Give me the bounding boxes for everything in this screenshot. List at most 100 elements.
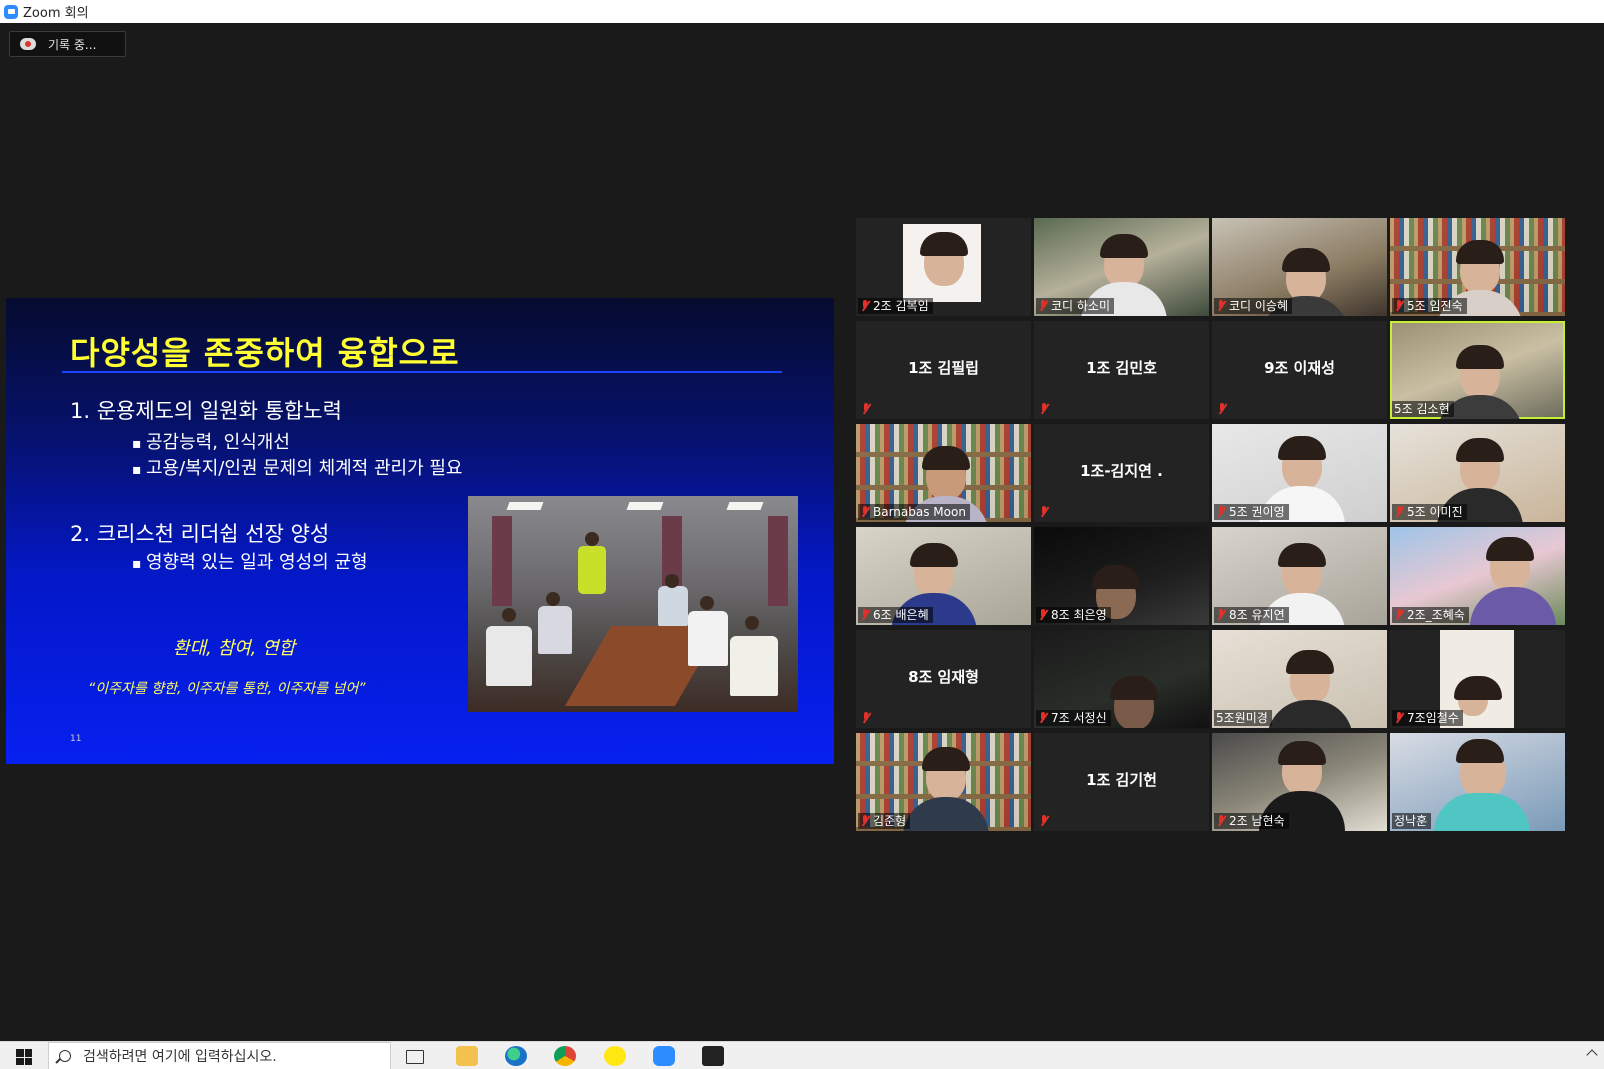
participant-tile[interactable]: 6조 배은혜 [856, 527, 1031, 625]
slide-point-2: 2. 크리스천 리더쉽 선장 양성 [70, 522, 330, 546]
participant-tile[interactable]: 1조 김민호 [1034, 321, 1209, 419]
muted-mic-icon [1394, 506, 1404, 518]
chrome-icon[interactable] [554, 1046, 576, 1066]
muted-mic-icon [1038, 300, 1048, 312]
participant-tile-active-speaker[interactable]: 5조 김소현 [1390, 321, 1565, 419]
participant-name: 1조-김지연 . [1080, 462, 1163, 480]
participant-name: 8조 최은영 [1051, 608, 1107, 622]
muted-mic-icon [860, 300, 870, 312]
slide-bullet: 공감능력, 인식개선 [132, 428, 290, 454]
muted-mic-icon [860, 506, 870, 518]
muted-mic-icon [1039, 506, 1049, 518]
participant-tile[interactable]: 8조 임재형 [856, 630, 1031, 728]
recording-indicator[interactable]: 기록 중... [9, 31, 126, 57]
participant-name: 9조 이재성 [1264, 359, 1335, 377]
muted-mic-icon [861, 403, 871, 415]
participant-tile[interactable]: 5조 이미진 [1390, 424, 1565, 522]
taskbar-search[interactable]: 검색하려면 여기에 입력하십시오. [48, 1042, 391, 1069]
muted-mic-icon [1394, 300, 1404, 312]
search-placeholder: 검색하려면 여기에 입력하십시오. [83, 1049, 277, 1065]
participant-name: 7조임철수 [1407, 711, 1459, 725]
window-title: Zoom 회의 [23, 6, 89, 21]
slide-photo [468, 496, 798, 712]
chevron-up-icon[interactable] [1586, 1049, 1598, 1061]
muted-mic-icon [860, 815, 870, 827]
slide-bullet: 고용/복지/인권 문제의 체계적 관리가 필요 [132, 454, 463, 480]
slide-quote: “이주자를 향한, 이주자를 통한, 이주자를 넘어” [88, 681, 366, 697]
slide-slogan: 환대, 참여, 연합 [173, 638, 296, 659]
edge-icon[interactable] [505, 1046, 527, 1066]
muted-mic-icon [1039, 815, 1049, 827]
muted-mic-icon [1039, 403, 1049, 415]
task-view-icon[interactable] [406, 1050, 424, 1064]
participant-name: 김준형 [873, 814, 907, 828]
participant-tile[interactable]: 1조 김필립 [856, 321, 1031, 419]
app-icon[interactable] [702, 1046, 724, 1066]
muted-mic-icon [1217, 403, 1227, 415]
slide-page-number: 11 [70, 734, 82, 744]
file-explorer-icon[interactable] [456, 1046, 478, 1066]
participant-name: 코디 이승혜 [1229, 299, 1289, 313]
participant-name: 5조 임진숙 [1407, 299, 1463, 313]
zoom-icon[interactable] [653, 1046, 675, 1066]
participant-name: 2조 김복임 [873, 299, 929, 313]
participant-tile[interactable]: 8조 유지연 [1212, 527, 1387, 625]
muted-mic-icon [1038, 712, 1048, 724]
participant-tile[interactable]: 1조 김기헌 [1034, 733, 1209, 831]
participant-tile[interactable]: 5조원미경 [1212, 630, 1387, 728]
participant-tile[interactable]: Barnabas Moon [856, 424, 1031, 522]
participant-name: 8조 유지연 [1229, 608, 1285, 622]
participant-tile[interactable]: 2조 김복임 [856, 218, 1031, 316]
recording-label: 기록 중... [48, 37, 97, 52]
participant-name: 7조 서정신 [1051, 711, 1107, 725]
zoom-app-icon [4, 4, 18, 19]
participant-name: 2조 남현숙 [1229, 814, 1285, 828]
participant-tile[interactable]: 2조 남현숙 [1212, 733, 1387, 831]
slide-point-1: 1. 운용제도의 일원화 통합노력 [70, 399, 342, 423]
muted-mic-icon [861, 712, 871, 724]
muted-mic-icon [1216, 815, 1226, 827]
participant-tile[interactable]: 2조_조혜숙 [1390, 527, 1565, 625]
record-icon [20, 38, 36, 50]
participant-tile[interactable]: 코디 이승혜 [1212, 218, 1387, 316]
participant-tile[interactable]: 7조임철수 [1390, 630, 1565, 728]
muted-mic-icon [1394, 609, 1404, 621]
title-rule [62, 371, 782, 373]
kakaotalk-icon[interactable] [604, 1046, 626, 1066]
muted-mic-icon [1216, 506, 1226, 518]
start-button[interactable] [16, 1049, 32, 1065]
participant-tile[interactable]: 코디 하소미 [1034, 218, 1209, 316]
participant-name: 5조 권이영 [1229, 505, 1285, 519]
muted-mic-icon [1216, 300, 1226, 312]
participant-tile[interactable]: 8조 최은영 [1034, 527, 1209, 625]
participant-tile[interactable]: 7조 서정신 [1034, 630, 1209, 728]
participant-tile[interactable]: 1조-김지연 . [1034, 424, 1209, 522]
participant-tile[interactable]: 김준형 [856, 733, 1031, 831]
participant-name: Barnabas Moon [873, 505, 966, 519]
participant-name: 5조원미경 [1216, 711, 1268, 725]
search-icon [59, 1050, 71, 1062]
participant-name: 6조 배은혜 [873, 608, 929, 622]
participant-name: 1조 김기헌 [1086, 771, 1157, 789]
muted-mic-icon [860, 609, 870, 621]
windows-taskbar: 검색하려면 여기에 입력하십시오. [0, 1041, 1604, 1069]
participant-name: 1조 김민호 [1086, 359, 1157, 377]
participant-tile[interactable]: 정낙훈 [1390, 733, 1565, 831]
slide-bullet: 영향력 있는 일과 영성의 균형 [132, 548, 368, 574]
muted-mic-icon [1216, 609, 1226, 621]
shared-screen-slide: 다양성을 존중하여 융합으로 1. 운용제도의 일원화 통합노력 공감능력, 인… [6, 298, 834, 764]
participant-name: 정낙훈 [1394, 814, 1428, 828]
participant-name: 1조 김필립 [908, 359, 979, 377]
participant-name: 8조 임재형 [908, 668, 979, 686]
participant-tile[interactable]: 5조 임진숙 [1390, 218, 1565, 316]
muted-mic-icon [1038, 609, 1048, 621]
window-titlebar: Zoom 회의 [0, 0, 1604, 23]
slide-title: 다양성을 존중하여 융합으로 [70, 334, 460, 372]
participant-name: 5조 김소현 [1394, 402, 1450, 416]
participant-tile[interactable]: 9조 이재성 [1212, 321, 1387, 419]
participant-name: 코디 하소미 [1051, 299, 1111, 313]
participant-name: 5조 이미진 [1407, 505, 1463, 519]
participant-name: 2조_조혜숙 [1407, 608, 1465, 622]
participant-tile[interactable]: 5조 권이영 [1212, 424, 1387, 522]
muted-mic-icon [1394, 712, 1404, 724]
